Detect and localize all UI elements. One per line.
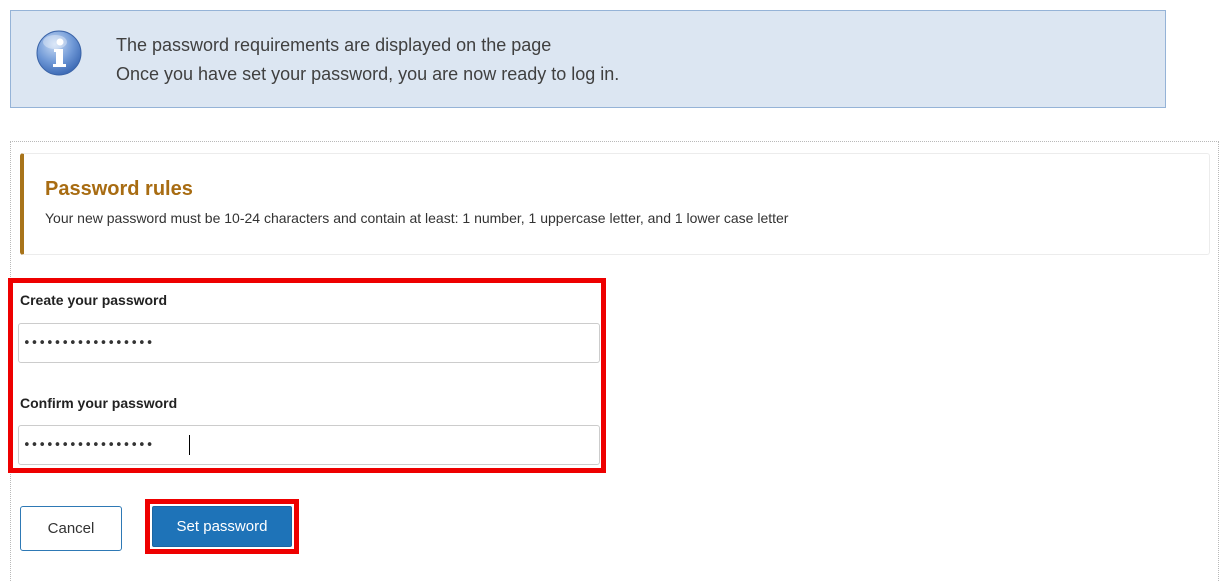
info-banner: The password requirements are displayed …	[10, 10, 1166, 108]
info-message: The password requirements are displayed …	[116, 31, 619, 89]
info-icon	[36, 30, 82, 76]
cancel-button[interactable]: Cancel	[20, 506, 122, 551]
password-rules-description: Your new password must be 10-24 characte…	[45, 210, 789, 226]
info-line-1: The password requirements are displayed …	[116, 35, 552, 55]
password-rules-callout: Password rules Your new password must be…	[20, 153, 1210, 255]
info-line-2: Once you have set your password, you are…	[116, 64, 620, 84]
fields-highlight-frame	[8, 278, 606, 473]
set-password-button[interactable]: Set password	[152, 506, 292, 547]
password-rules-title: Password rules	[45, 178, 193, 200]
